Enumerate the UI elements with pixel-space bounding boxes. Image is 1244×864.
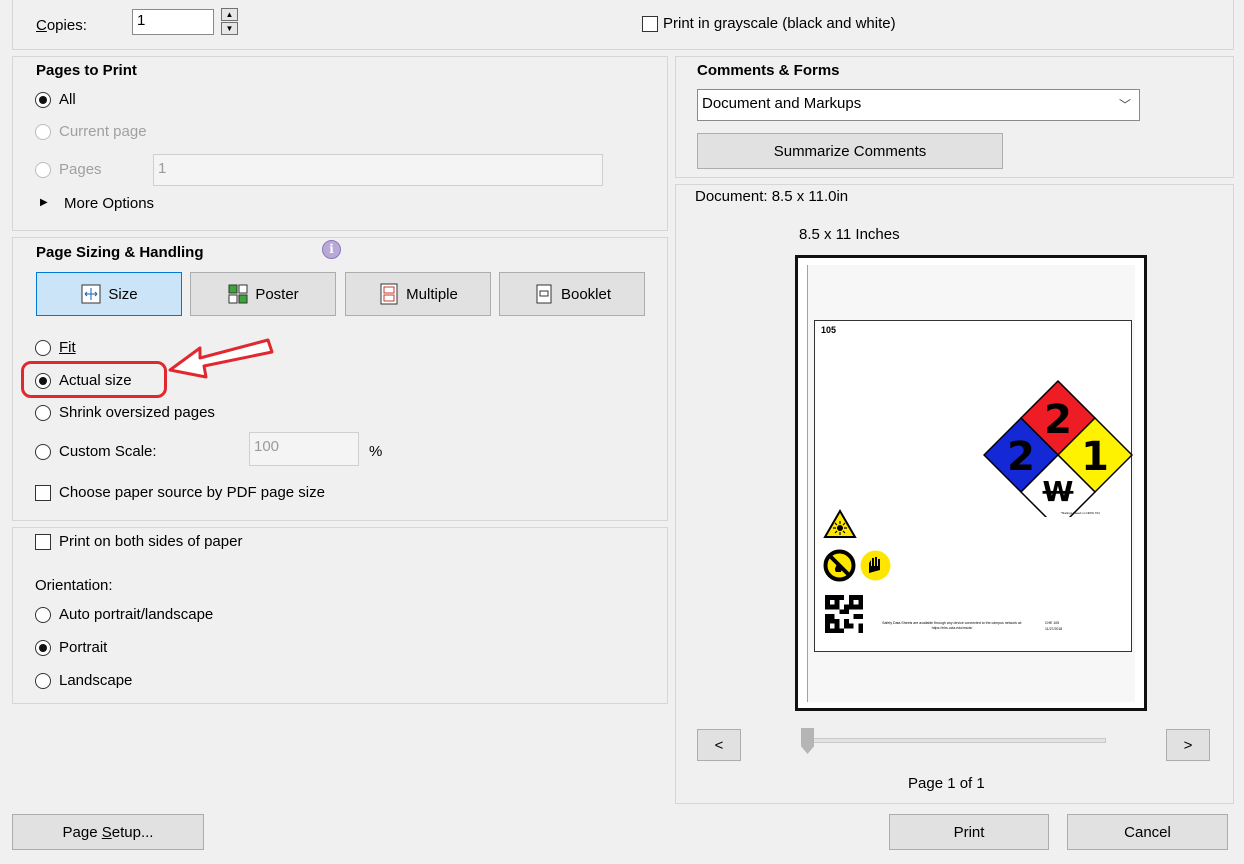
all-pages-label: All [59, 91, 76, 108]
page-preview: 105 2 2 1 W *Ratings based on NFPA 704 S… [795, 255, 1147, 711]
custom-scale-label: Custom Scale: [59, 443, 157, 460]
sheet-footer-date: 11/27/2018 [1045, 627, 1063, 631]
gloves-icon [860, 550, 891, 581]
copies-label: Copies: [36, 17, 87, 34]
pages-to-print-title: Pages to Print [36, 62, 137, 79]
auto-orientation-label: Auto portrait/landscape [59, 606, 214, 623]
ratings-note: *Ratings based on NFPA 704 [1061, 511, 1100, 515]
highlight-ellipse [21, 361, 167, 398]
annotation-arrow-icon [168, 338, 274, 379]
paper-source-label: Choose paper source by PDF page size [59, 484, 325, 501]
preview-page-inner: 105 2 2 1 W *Ratings based on NFPA 704 S… [807, 265, 1135, 702]
fit-label-text: Fit [59, 339, 76, 356]
tab-size[interactable]: Size [36, 272, 182, 316]
document-size-label: Document: 8.5 x 11.0in [695, 188, 849, 205]
nfpa-top-value: 2 [1044, 397, 1072, 443]
paper-size-label: 8.5 x 11 Inches [799, 226, 900, 243]
copies-increment-button[interactable]: ▲ [221, 8, 238, 21]
more-options-label[interactable]: More Options [64, 195, 154, 213]
tab-booklet[interactable]: Booklet [499, 272, 645, 316]
nfpa-diamond-icon: 2 2 1 W [983, 379, 1133, 517]
sds-sheet: 105 2 2 1 W *Ratings based on NFPA 704 S… [814, 320, 1133, 652]
cancel-button[interactable]: Cancel [1067, 814, 1228, 850]
auto-orientation-radio[interactable] [35, 607, 51, 623]
paper-source-checkbox[interactable] [35, 485, 51, 501]
laser-warning-icon [823, 509, 857, 538]
custom-scale-input[interactable]: 100 [249, 432, 359, 466]
current-page-label: Current page [59, 123, 147, 140]
comments-forms-title: Comments & Forms [697, 62, 840, 79]
grayscale-checkbox[interactable] [642, 16, 658, 32]
shrink-label: Shrink oversized pages [59, 404, 215, 421]
booklet-icon [536, 284, 552, 304]
page-setup-label: Page Setup... [62, 823, 154, 841]
page-count-label: Page 1 of 1 [908, 775, 985, 792]
copies-input[interactable]: 1 [132, 9, 214, 35]
pages-range-label: Pages [59, 161, 102, 178]
no-fire-icon [823, 549, 856, 582]
nfpa-right-value: 1 [1081, 434, 1109, 480]
sheet-footer-text: Safety Data Sheets are available through… [882, 621, 1022, 630]
poster-icon [228, 284, 248, 304]
tab-multiple-label: Multiple [406, 285, 458, 303]
comments-forms-select[interactable]: Document and Markups ﹀ [697, 89, 1140, 121]
page-slider-track[interactable] [802, 738, 1106, 743]
tab-multiple[interactable]: Multiple [345, 272, 491, 316]
next-page-button[interactable]: > [1166, 729, 1210, 761]
summarize-comments-button[interactable]: Summarize Comments [697, 133, 1003, 169]
copies-decrement-button[interactable]: ▼ [221, 22, 238, 35]
nfpa-left-value: 2 [1007, 434, 1035, 480]
tab-poster[interactable]: Poster [190, 272, 336, 316]
both-sides-checkbox[interactable] [35, 534, 51, 550]
orientation-label: Orientation: [35, 577, 113, 594]
current-page-radio[interactable] [35, 124, 51, 140]
custom-scale-radio[interactable] [35, 444, 51, 460]
page-sizing-title: Page Sizing & Handling [36, 244, 204, 261]
portrait-label: Portrait [59, 639, 108, 656]
portrait-radio[interactable] [35, 640, 51, 656]
percent-label: % [369, 443, 383, 460]
all-pages-radio[interactable] [35, 92, 51, 108]
landscape-radio[interactable] [35, 673, 51, 689]
landscape-label: Landscape [59, 672, 133, 689]
previous-page-button[interactable]: < [697, 729, 741, 761]
tab-poster-label: Poster [255, 285, 299, 303]
expand-triangle-icon[interactable]: ▶ [40, 197, 48, 208]
sheet-number: 105 [821, 325, 837, 335]
print-button[interactable]: Print [889, 814, 1049, 850]
nfpa-bottom-value: W [1043, 475, 1074, 508]
pages-range-radio[interactable] [35, 162, 51, 178]
size-icon [81, 284, 101, 304]
qr-code-icon [825, 595, 863, 633]
tab-booklet-label: Booklet [560, 285, 612, 303]
fit-label: Fit [59, 339, 76, 357]
chevron-down-icon: ﹀ [1118, 98, 1131, 112]
fit-radio[interactable] [35, 340, 51, 356]
grayscale-label: Print in grayscale (black and white) [663, 15, 896, 32]
pages-range-input[interactable]: 1 [153, 154, 603, 186]
shrink-radio[interactable] [35, 405, 51, 421]
multiple-icon [380, 283, 398, 305]
both-sides-label: Print on both sides of paper [59, 533, 243, 550]
info-icon[interactable]: i [322, 240, 341, 259]
page-setup-button[interactable]: Page Setup... [12, 814, 204, 850]
sheet-footer-code: CHE 105 [1045, 621, 1060, 625]
tab-size-label: Size [108, 285, 138, 303]
comments-forms-selected: Document and Markups [702, 95, 862, 112]
